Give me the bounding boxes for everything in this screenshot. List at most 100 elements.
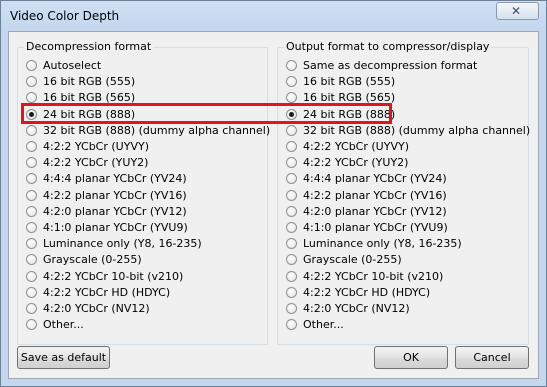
radio-button-icon[interactable] [286,141,297,152]
decompression-format-option[interactable]: Autoselect [26,58,101,73]
radio-button-icon[interactable] [286,76,297,88]
output-format-option[interactable]: 32 bit RGB (888) (dummy alpha channel) [286,123,530,138]
decompression-format-option[interactable]: 4:1:0 planar YCbCr (YVU9) [26,220,188,235]
output-format-option-label: Other... [303,318,344,332]
output-format-option[interactable]: 4:2:2 YCbCr 10-bit (v210) [286,269,443,284]
radio-button-icon[interactable] [26,141,37,152]
radio-button-icon[interactable] [26,173,37,185]
decompression-format-option[interactable]: Other... [26,317,84,332]
decompression-format-option[interactable]: 24 bit RGB (888) [26,107,135,122]
radio-button-icon[interactable] [26,92,37,104]
decompression-format-option-label: 16 bit RGB (555) [43,75,136,89]
decompression-format-group: Decompression format Autoselect 16 bit RG… [17,40,270,345]
decompression-format-option-label: 4:2:2 YCbCr (UYVY) [43,140,149,153]
decompression-format-option[interactable]: 4:2:2 YCbCr (UYVY) [26,139,149,154]
decompression-format-option[interactable]: Grayscale (0-255) [26,252,142,267]
decompression-format-option[interactable]: 4:4:4 planar YCbCr (YV24) [26,171,187,186]
output-format-option-label: 4:2:0 planar YCbCr (YV12) [303,204,447,218]
radio-button-icon[interactable] [26,189,37,201]
output-format-option[interactable]: 4:2:0 planar YCbCr (YV12) [286,204,447,219]
radio-button-icon[interactable] [286,189,297,201]
radio-button-icon[interactable] [286,205,297,217]
decompression-format-option[interactable]: 4:2:2 YCbCr 10-bit (v210) [26,269,183,284]
output-format-option[interactable]: 4:2:2 YCbCr (YUY2) [286,155,408,170]
radio-button-icon[interactable] [26,76,37,88]
decompression-format-option-label: Autoselect [43,59,102,72]
radio-button-icon[interactable] [26,270,37,282]
decompression-format-option[interactable]: 32 bit RGB (888) (dummy alpha channel) [26,123,270,138]
radio-button-icon[interactable] [286,238,297,250]
decompression-format-option-label: Luminance only (Y8, 16-235) [43,237,202,251]
dialog-client-area: Decompression format Autoselect 16 bit RG… [8,31,539,379]
decompression-format-option[interactable]: Luminance only (Y8, 16-235) [26,236,202,251]
radio-button-icon[interactable] [286,157,297,169]
radio-button-icon[interactable] [26,157,37,169]
radio-button-icon[interactable] [286,270,297,282]
output-format-option-label: Grayscale (0-255) [303,253,402,267]
output-format-option[interactable]: Luminance only (Y8, 16-235) [286,236,462,251]
radio-button-icon[interactable] [26,254,37,266]
output-format-option[interactable]: 4:2:2 YCbCr (UYVY) [286,139,409,154]
decompression-format-option-label: 4:2:2 planar YCbCr (YV16) [43,188,187,202]
radio-button-icon[interactable] [26,60,37,71]
decompression-format-option[interactable]: 4:2:2 YCbCr (YUY2) [26,155,148,170]
radio-button-icon[interactable] [286,222,297,233]
output-format-option-label: 4:4:4 planar YCbCr (YV24) [303,172,447,186]
output-format-option-label: 4:2:2 YCbCr 10-bit (v210) [303,269,444,283]
decompression-format-option-label: Grayscale (0-255) [43,253,142,267]
output-format-option[interactable]: 16 bit RGB (555) [286,74,395,89]
decompression-format-option-label: 24 bit RGB (888) [43,107,136,121]
output-format-option-label: 24 bit RGB (888) [303,107,396,121]
ok-button[interactable]: OK [374,346,448,369]
radio-button-icon[interactable] [286,303,297,314]
decompression-format-option[interactable]: 4:2:2 YCbCr HD (HDYC) [26,285,170,300]
output-format-option-label: 16 bit RGB (555) [303,75,396,89]
output-format-option-label: 4:1:0 planar YCbCr (YVU9) [303,221,448,234]
output-format-option-label: 4:2:2 YCbCr (YUY2) [303,156,409,170]
decompression-format-option[interactable]: 4:2:0 YCbCr (NV12) [26,301,150,316]
radio-button-icon[interactable] [26,319,37,331]
radio-button-icon[interactable] [26,124,37,136]
radio-button-icon[interactable] [286,92,297,104]
radio-button-icon[interactable] [286,124,297,136]
radio-button-icon[interactable] [286,173,297,185]
output-format-option[interactable]: Same as decompression format [286,58,477,73]
radio-button-icon[interactable] [286,60,297,71]
output-format-option[interactable]: 4:2:0 YCbCr (NV12) [286,301,410,316]
radio-button-icon[interactable] [26,238,37,250]
output-format-option-label: 16 bit RGB (565) [303,91,396,105]
radio-button-icon[interactable] [26,205,37,217]
decompression-format-legend: Decompression format [24,40,154,54]
radio-button-icon[interactable] [26,108,37,120]
radio-button-icon[interactable] [286,286,297,298]
output-format-option[interactable]: 24 bit RGB (888) [286,107,395,122]
output-format-option[interactable]: Other... [286,317,344,332]
radio-button-icon[interactable] [286,319,297,331]
output-format-option[interactable]: 16 bit RGB (565) [286,90,395,105]
output-format-option[interactable]: 4:2:2 YCbCr HD (HDYC) [286,285,430,300]
decompression-format-option[interactable]: 16 bit RGB (555) [26,74,135,89]
decompression-format-option-label: 4:2:0 YCbCr (NV12) [43,302,150,315]
close-icon: ✕ [511,4,522,18]
decompression-format-option[interactable]: 4:2:0 planar YCbCr (YV12) [26,204,187,219]
output-format-option[interactable]: 4:4:4 planar YCbCr (YV24) [286,171,447,186]
title-bar[interactable]: Video Color Depth ✕ [1,1,546,31]
radio-button-icon[interactable] [286,254,297,266]
decompression-format-option[interactable]: 16 bit RGB (565) [26,90,135,105]
cancel-button[interactable]: Cancel [455,346,529,369]
output-format-option[interactable]: 4:2:2 planar YCbCr (YV16) [286,188,447,203]
decompression-format-option-label: 4:2:2 YCbCr (YUY2) [43,156,149,170]
decompression-format-option[interactable]: 4:2:2 planar YCbCr (YV16) [26,188,187,203]
window-title: Video Color Depth [10,9,120,23]
output-format-option[interactable]: Grayscale (0-255) [286,252,402,267]
radio-button-icon[interactable] [26,222,37,233]
radio-button-icon[interactable] [26,286,37,298]
radio-button-icon[interactable] [26,303,37,314]
output-format-legend: Output format to compressor/display [284,40,492,54]
close-button[interactable]: ✕ [496,2,539,20]
output-format-option[interactable]: 4:1:0 planar YCbCr (YVU9) [286,220,448,235]
output-format-option-label: Luminance only (Y8, 16-235) [303,237,462,251]
save-as-default-button[interactable]: Save as default [17,346,110,369]
radio-button-icon[interactable] [286,108,297,120]
output-format-option-label: 4:2:0 YCbCr (NV12) [303,302,410,315]
